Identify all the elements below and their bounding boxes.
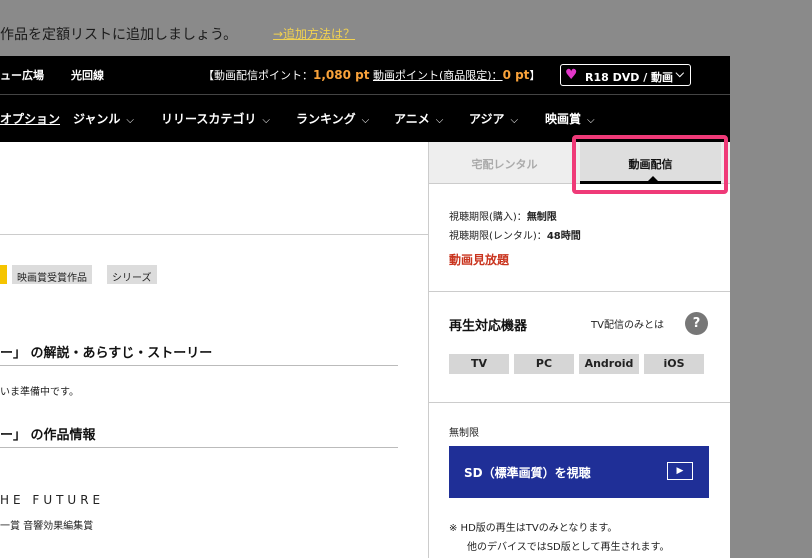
- device-tv: TV: [449, 354, 509, 374]
- heart-icon: ♥: [565, 67, 578, 83]
- tab-rental[interactable]: 宅配レンタル: [429, 142, 580, 184]
- plaza-link[interactable]: ュー広場: [0, 67, 44, 83]
- period-rental-value: 48時間: [546, 231, 581, 242]
- divider: [429, 402, 730, 403]
- tag-series[interactable]: シリーズ: [107, 265, 157, 284]
- points-prefix: 【動画配信ポイント：: [203, 69, 313, 82]
- nav-release-category[interactable]: リリースカテゴリ ⌵: [161, 110, 270, 127]
- period-rental: 視聴期限(レンタル)：48時間: [449, 227, 581, 242]
- nav-option-label: オプション: [0, 112, 61, 126]
- tv-about-link[interactable]: TV配信のみとは: [591, 316, 664, 331]
- period-rental-label: 視聴期限(レンタル)：: [449, 231, 547, 242]
- period-purchase-label: 視聴期限(購入)：: [449, 212, 527, 223]
- info-heading: ー」 の作品情報: [0, 428, 96, 443]
- unlimited-label: 無制限: [449, 428, 479, 439]
- play-icon: ▶: [667, 462, 693, 480]
- chevron-down-icon: ⌵: [510, 115, 519, 126]
- device-android: Android: [579, 354, 639, 374]
- device-ios: iOS: [644, 354, 704, 374]
- left-content: 映画賞受賞作品 シリーズ ー」 の解説・あらすじ・ストーリー いま準備中です。 …: [0, 142, 428, 558]
- period-purchase: 視聴期限(購入)：無制限: [449, 208, 557, 223]
- device-pc: PC: [514, 354, 574, 374]
- nav-option[interactable]: オプション: [0, 110, 60, 127]
- top-bar: ュー広場 光回線 【動画配信ポイント：1,080 pt 動画ポイント(商品限定)…: [0, 56, 730, 94]
- points-suffix: 】: [529, 69, 541, 82]
- chevron-down-icon: ⌵: [126, 115, 134, 126]
- tag-highlight: [0, 265, 7, 284]
- tab-rental-label: 宅配レンタル: [471, 158, 538, 171]
- divider: [0, 447, 398, 448]
- nav-genre-label: ジャンル: [73, 112, 121, 126]
- nav-genre[interactable]: ジャンル ⌵: [73, 110, 134, 127]
- story-heading: ー」 の解説・あらすじ・ストーリー: [0, 346, 213, 361]
- add-method-link[interactable]: →追加方法は？: [273, 25, 355, 42]
- banner-text: 作品を定額リストに追加しましょう。: [0, 27, 238, 43]
- nav-asia[interactable]: アジア ⌵: [469, 110, 518, 127]
- nav-anime-label: アニメ: [394, 112, 430, 126]
- nav-ranking[interactable]: ランキング ⌵: [296, 110, 369, 127]
- highlight-box: [572, 135, 728, 194]
- category-select[interactable]: ♥ R18 DVD / 動画 ⌵: [560, 64, 691, 86]
- points-value: 1,080 pt: [313, 68, 370, 82]
- period-purchase-value: 無制限: [526, 212, 557, 223]
- divider: [429, 291, 730, 292]
- nav-ranking-label: ランキング: [296, 112, 356, 126]
- category-select-label: R18 DVD / 動画: [585, 71, 674, 84]
- nav-asia-label: アジア: [469, 112, 505, 126]
- banner: 作品を定額リストに追加しましょう。 →追加方法は？: [0, 0, 812, 56]
- tag-film-award[interactable]: 映画賞受賞作品: [12, 265, 92, 284]
- points-mid[interactable]: 動画ポイント(商品限定)：: [373, 69, 503, 82]
- story-text: いま準備中です。: [0, 387, 79, 398]
- nav-release-category-label: リリースカテゴリ: [161, 112, 257, 126]
- question-icon[interactable]: ?: [685, 312, 708, 335]
- chevron-down-icon: ⌵: [587, 115, 595, 126]
- points-value-2: 0 pt: [502, 68, 530, 82]
- chevron-down-icon: ⌵: [361, 115, 370, 126]
- hd-note-line1: ※ HD版の再生はTVのみとなります。: [449, 523, 618, 534]
- divider: [0, 234, 428, 235]
- points-info: 【動画配信ポイント：1,080 pt 動画ポイント(商品限定)：0 pt】: [203, 67, 540, 83]
- nav-film-award[interactable]: 映画賞 ⌵: [545, 110, 595, 127]
- chevron-down-icon: ⌵: [435, 115, 444, 126]
- future-text: HE FUTURE: [0, 493, 105, 507]
- watch-sd-button[interactable]: SD（標準画質）を視聴 ▶: [449, 446, 709, 498]
- nav-film-award-label: 映画賞: [545, 112, 582, 126]
- award-text: 一賞 音響効果編集賞: [0, 521, 94, 532]
- fiber-link[interactable]: 光回線: [71, 67, 104, 83]
- chevron-down-icon: ⌵: [675, 67, 684, 80]
- hd-note-line2: 他のデバイスではSD版として再生されます。: [467, 542, 670, 553]
- divider: [0, 365, 398, 366]
- watch-sd-label: SD（標準画質）を視聴: [464, 466, 591, 480]
- vod-link[interactable]: 動画見放題: [449, 251, 509, 268]
- devices-title: 再生対応機器: [449, 319, 528, 334]
- nav-anime[interactable]: アニメ ⌵: [394, 110, 443, 127]
- page-frame: ュー広場 光回線 【動画配信ポイント：1,080 pt 動画ポイント(商品限定)…: [0, 56, 730, 558]
- purchase-panel: 宅配レンタル 動画配信 視聴期限(購入)：無制限 視聴期限(レンタル)：48時間…: [428, 135, 730, 558]
- chevron-down-icon: ⌵: [262, 115, 270, 126]
